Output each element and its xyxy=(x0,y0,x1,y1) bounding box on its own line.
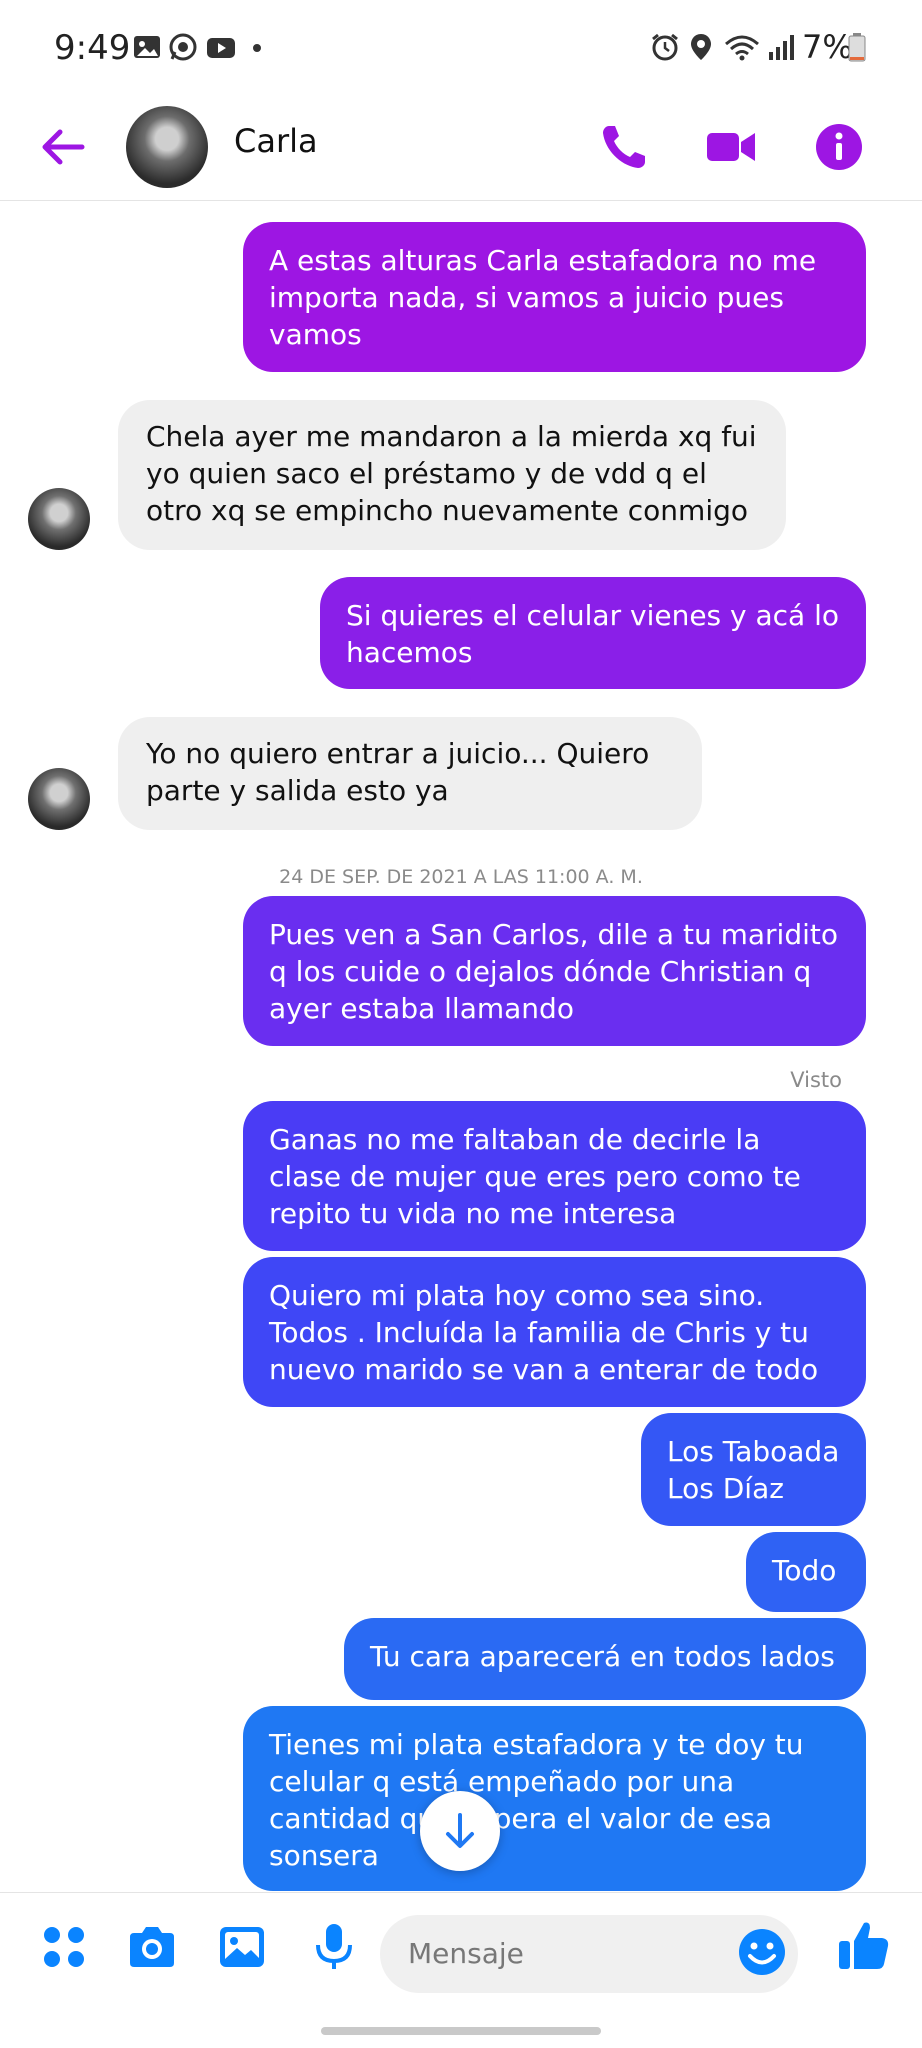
outgoing-message[interactable]: Tienes mi plata estafadora y te doy tu c… xyxy=(243,1706,866,1891)
contact-avatar-small[interactable] xyxy=(28,768,90,830)
timestamp: 24 DE SEP. DE 2021 A LAS 11:00 A. M. xyxy=(279,866,643,888)
seen-indicator: Visto xyxy=(790,1068,842,1092)
home-indicator[interactable] xyxy=(321,2027,601,2035)
arrow-down-icon xyxy=(446,1813,474,1848)
outgoing-message[interactable]: Pues ven a San Carlos, dile a tu maridit… xyxy=(243,896,866,1046)
microphone-icon[interactable] xyxy=(308,1921,360,1973)
incoming-message[interactable]: Yo no quiero entrar a juicio... Quiero p… xyxy=(118,717,702,830)
incoming-message[interactable]: Chela ayer me mandaron a la mierda xq fu… xyxy=(118,400,786,550)
contact-avatar-small[interactable] xyxy=(28,488,90,550)
scroll-to-bottom-button[interactable] xyxy=(420,1791,500,1871)
outgoing-message[interactable]: Todo xyxy=(746,1532,866,1612)
camera-icon[interactable] xyxy=(126,1921,178,1973)
outgoing-message[interactable]: Los Taboada Los Díaz xyxy=(641,1413,866,1526)
thumbs-up-icon[interactable] xyxy=(836,1917,892,1973)
composer-bar: Mensaje xyxy=(0,1892,922,2003)
emoji-icon[interactable] xyxy=(737,1927,787,1977)
outgoing-message[interactable]: Si quieres el celular vienes y acá lo ha… xyxy=(320,577,866,689)
message-input[interactable]: Mensaje xyxy=(380,1915,798,1993)
message-list[interactable]: A estas alturas Carla estafadora no me i… xyxy=(0,0,922,1892)
apps-icon[interactable] xyxy=(38,1921,90,1973)
gallery-icon[interactable] xyxy=(216,1921,268,1973)
outgoing-message[interactable]: Quiero mi plata hoy como sea sino. Todos… xyxy=(243,1257,866,1407)
outgoing-message[interactable]: Ganas no me faltaban de decirle la clase… xyxy=(243,1101,866,1251)
outgoing-message[interactable]: A estas alturas Carla estafadora no me i… xyxy=(243,222,866,372)
outgoing-message[interactable]: Tu cara aparecerá en todos lados xyxy=(344,1618,866,1700)
